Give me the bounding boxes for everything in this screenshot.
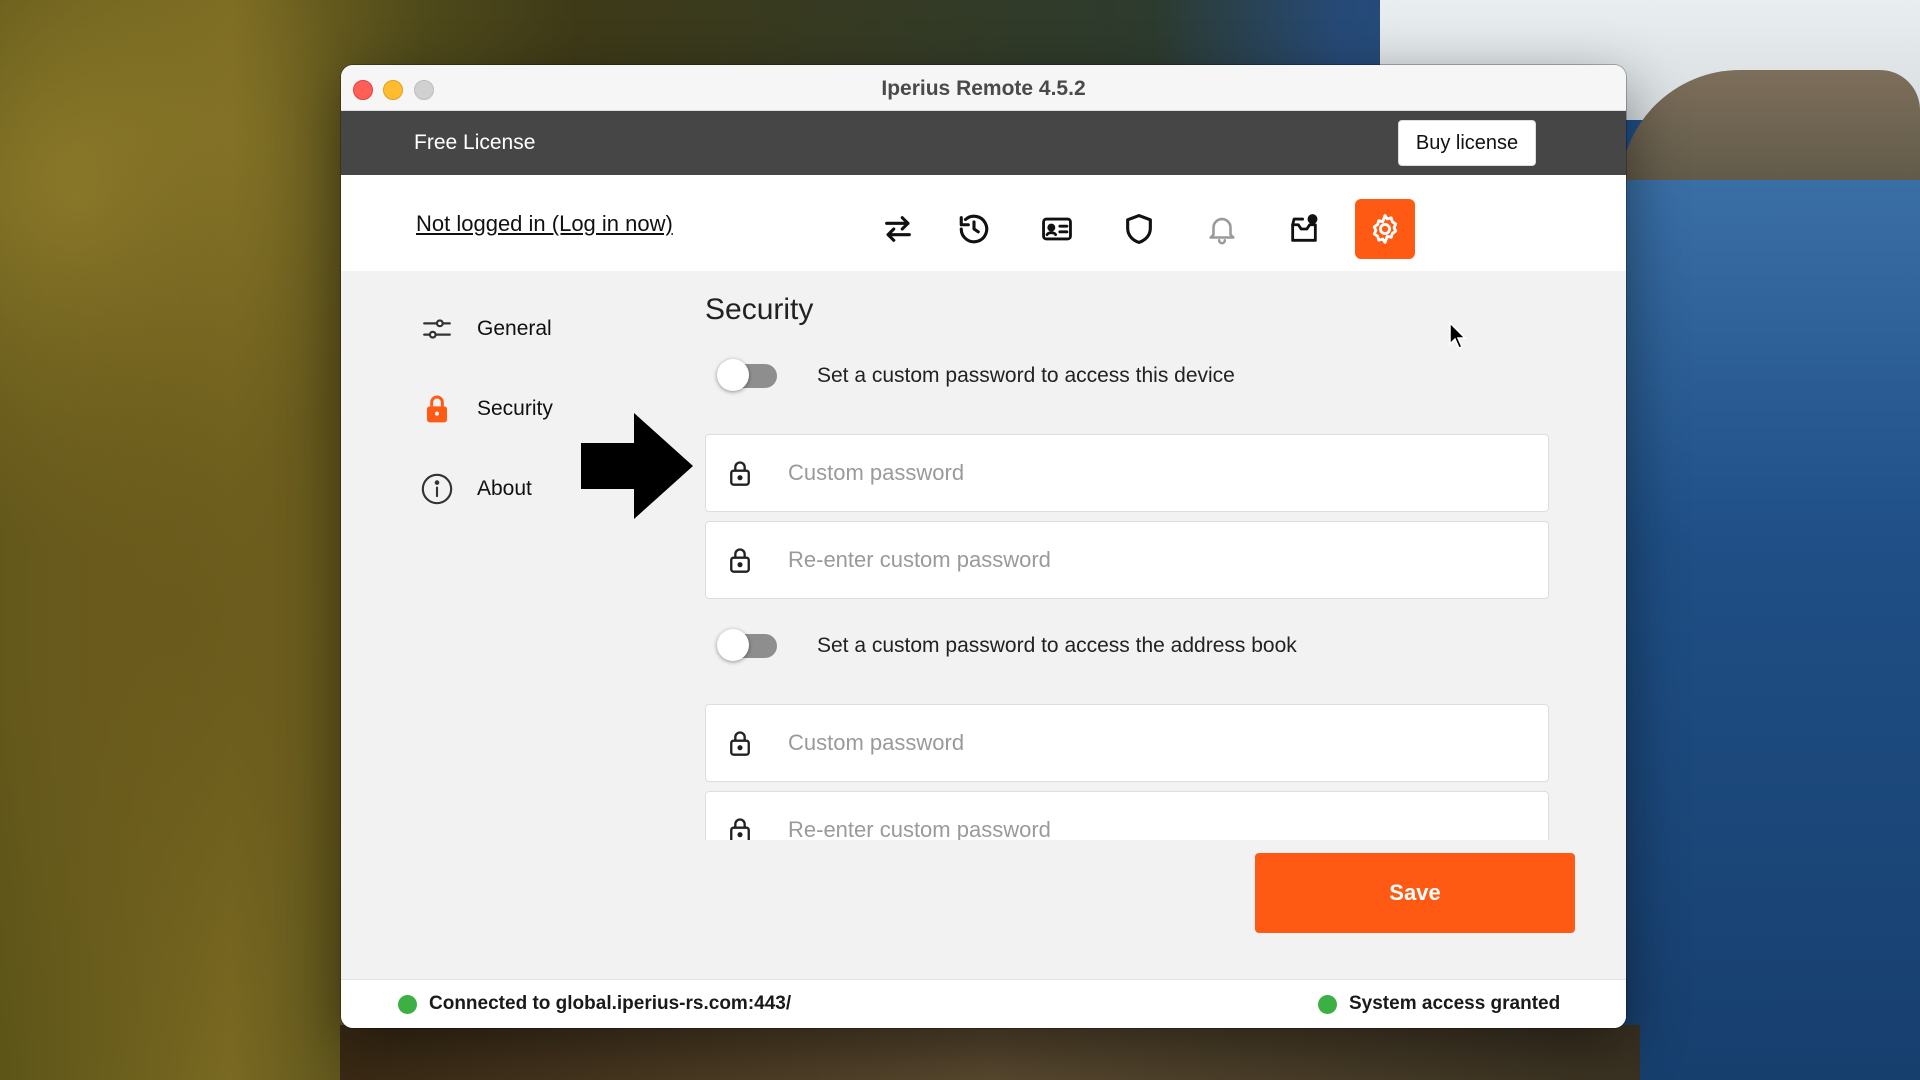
device-password-toggle-label: Set a custom password to access this dev… xyxy=(817,364,1235,387)
app-window: Iperius Remote 4.5.2 Free License Buy li… xyxy=(341,65,1626,1028)
lock-icon xyxy=(726,727,756,759)
addressbook-password-toggle-row: Set a custom password to access the addr… xyxy=(717,628,1297,664)
status-ok-icon xyxy=(1318,994,1337,1014)
addressbook-password-toggle[interactable] xyxy=(717,629,777,661)
login-link[interactable]: Not logged in (Log in now) xyxy=(416,211,673,237)
device-password-confirm-input[interactable] xyxy=(786,546,1490,574)
transfer-icon[interactable] xyxy=(868,199,928,259)
buy-license-button[interactable]: Buy license xyxy=(1398,120,1536,166)
status-bar: Connected to global.iperius-rs.com:443/ … xyxy=(341,979,1626,1028)
security-form: Set a custom password to access this dev… xyxy=(341,271,1626,840)
access-status-text: System access granted xyxy=(1349,993,1561,1014)
background-cliff xyxy=(340,1025,1640,1080)
lock-icon xyxy=(726,814,756,840)
device-password-field[interactable] xyxy=(705,434,1549,512)
license-bar: Free License Buy license xyxy=(341,111,1626,175)
device-password-confirm-field[interactable] xyxy=(705,521,1549,599)
lock-icon xyxy=(726,544,756,576)
connection-status-text: Connected to global.iperius-rs.com:443/ xyxy=(429,993,792,1014)
device-password-toggle[interactable] xyxy=(717,359,777,391)
addressbook-password-confirm-field[interactable] xyxy=(705,791,1549,840)
background-sea xyxy=(1600,180,1920,1080)
settings-content: General Security About Security Set a cu… xyxy=(341,271,1626,981)
addressbook-password-confirm-input[interactable] xyxy=(786,816,1490,840)
access-status: System access granted xyxy=(1318,993,1560,1015)
license-label: Free License xyxy=(414,131,536,154)
history-icon[interactable] xyxy=(944,199,1004,259)
save-button[interactable]: Save xyxy=(1255,853,1575,933)
device-password-input[interactable] xyxy=(786,459,1490,487)
title-bar: Iperius Remote 4.5.2 xyxy=(341,65,1626,111)
addressbook-password-field[interactable] xyxy=(705,704,1549,782)
device-password-toggle-row: Set a custom password to access this dev… xyxy=(717,358,1235,394)
bell-icon[interactable] xyxy=(1192,199,1252,259)
window-title: Iperius Remote 4.5.2 xyxy=(881,77,1086,100)
top-nav: Not logged in (Log in now) xyxy=(341,175,1626,271)
gear-icon[interactable] xyxy=(1355,199,1415,259)
addressbook-password-input[interactable] xyxy=(786,729,1490,757)
inbox-icon[interactable] xyxy=(1274,199,1334,259)
connection-status: Connected to global.iperius-rs.com:443/ xyxy=(398,993,791,1015)
addressbook-password-toggle-label: Set a custom password to access the addr… xyxy=(817,634,1297,657)
mouse-cursor-icon xyxy=(1449,322,1467,349)
shield-icon[interactable] xyxy=(1109,199,1169,259)
lock-icon xyxy=(726,457,756,489)
status-ok-icon xyxy=(398,994,417,1014)
id-card-icon[interactable] xyxy=(1027,199,1087,259)
